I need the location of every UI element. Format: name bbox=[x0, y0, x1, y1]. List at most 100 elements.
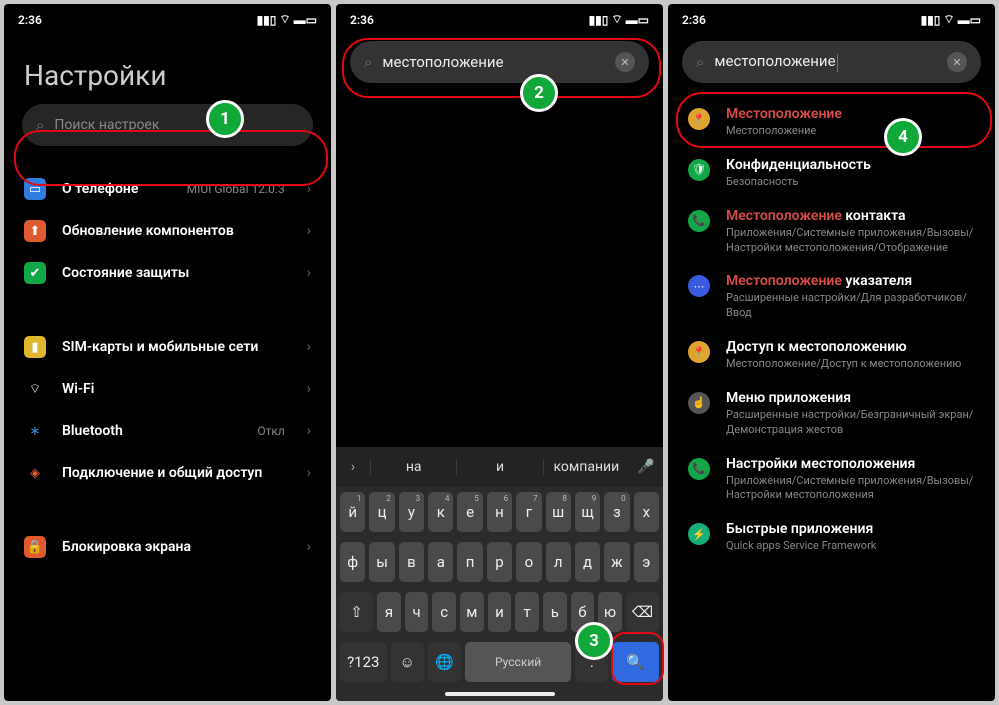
settings-item[interactable]: ⬆Обновление компонентов› bbox=[4, 210, 331, 252]
pin2-icon: 📍 bbox=[688, 341, 710, 363]
settings-item[interactable]: 🔒 Блокировка экрана › bbox=[4, 526, 331, 568]
key-letter[interactable]: у3 bbox=[399, 492, 424, 532]
key-emoji[interactable]: ☺ bbox=[391, 642, 424, 682]
key-letter[interactable]: а bbox=[428, 542, 453, 582]
key-letter[interactable]: р bbox=[487, 542, 512, 582]
wifi-icon: ⌔ bbox=[279, 12, 290, 27]
key-letter[interactable]: ч bbox=[405, 592, 429, 632]
result-path: Местоположение bbox=[726, 124, 975, 139]
search-settings-input[interactable]: ⌕ Поиск настроек bbox=[22, 104, 313, 146]
result-item[interactable]: ⋯Местоположение указателяРасширенные нас… bbox=[668, 264, 995, 330]
key-letter[interactable]: ф bbox=[340, 542, 365, 582]
clear-icon[interactable]: ✕ bbox=[615, 52, 635, 72]
item-label: Bluetooth bbox=[62, 423, 241, 439]
key-letter[interactable]: в bbox=[399, 542, 424, 582]
result-path: Приложения/Системные приложения/Вызовы/Н… bbox=[726, 474, 975, 504]
search-input-filled[interactable]: ⌕ местоположение ✕ bbox=[682, 41, 981, 83]
key-letter[interactable]: к4 bbox=[428, 492, 453, 532]
key-backspace[interactable]: ⌫ bbox=[626, 592, 659, 632]
key-letter[interactable]: ш8 bbox=[546, 492, 571, 532]
settings-item[interactable]: ▮SIM-карты и мобильные сети› bbox=[4, 326, 331, 368]
status-time: 2:36 bbox=[350, 13, 374, 27]
settings-item[interactable]: ◈ Подключение и общий доступ › bbox=[4, 452, 331, 494]
settings-item[interactable]: ✔Состояние защиты› bbox=[4, 252, 331, 294]
result-item[interactable]: ☝Меню приложенияРасширенные настройки/Бе… bbox=[668, 381, 995, 447]
chevron-right-icon: › bbox=[307, 465, 311, 481]
key-space[interactable]: Русский bbox=[465, 642, 571, 682]
search-input-active[interactable]: ⌕ местоположение ✕ bbox=[350, 41, 649, 83]
expand-icon[interactable]: › bbox=[336, 459, 370, 475]
key-letter[interactable]: з0 bbox=[604, 492, 629, 532]
dots-icon: ⋯ bbox=[688, 275, 710, 297]
finger-icon: ☝ bbox=[688, 392, 710, 414]
share-icon: ◈ bbox=[24, 462, 46, 484]
chevron-right-icon: › bbox=[307, 381, 311, 397]
settings-item[interactable]: ∗ Bluetooth Откл › bbox=[4, 410, 331, 452]
chevron-right-icon: › bbox=[307, 423, 311, 439]
key-numbers[interactable]: ?123 bbox=[340, 642, 387, 682]
key-letter[interactable]: х bbox=[634, 492, 659, 532]
result-item[interactable]: 📍Доступ к местоположениюМестоположение/Д… bbox=[668, 330, 995, 381]
item-value: MIUI Global 12.0.3 bbox=[187, 182, 285, 196]
page-title: Настройки bbox=[4, 31, 331, 104]
key-globe[interactable]: 🌐 bbox=[428, 642, 461, 682]
key-letter[interactable]: ц2 bbox=[369, 492, 394, 532]
key-letter[interactable]: с bbox=[432, 592, 456, 632]
bluetooth-icon: ∗ bbox=[24, 420, 46, 442]
results-list: 📍 Местоположение Местоположение 🛡Конфиденци… bbox=[668, 97, 995, 563]
search-icon: ⌕ bbox=[696, 53, 704, 71]
key-letter[interactable]: э bbox=[634, 542, 659, 582]
key-letter[interactable]: е5 bbox=[457, 492, 482, 532]
suggestion-2[interactable]: и bbox=[456, 459, 542, 475]
settings-item[interactable]: ⌔Wi-Fi› bbox=[4, 368, 331, 410]
result-title: Меню приложения bbox=[726, 390, 975, 406]
search-placeholder: Поиск настроек bbox=[54, 117, 299, 133]
item-label: Блокировка экрана bbox=[62, 539, 291, 555]
chevron-right-icon: › bbox=[307, 339, 311, 355]
chevron-right-icon: › bbox=[307, 223, 311, 239]
result-item[interactable]: ⚡Быстрые приложенияQuick apps Service Fr… bbox=[668, 512, 995, 563]
result-title: Местоположение bbox=[726, 106, 975, 122]
search-icon: ⌕ bbox=[364, 53, 372, 71]
search-icon: ⌕ bbox=[36, 116, 44, 134]
key-letter[interactable]: о bbox=[516, 542, 541, 582]
key-letter[interactable]: ы bbox=[369, 542, 394, 582]
annotation-badge-2: 2 bbox=[520, 74, 558, 112]
result-item[interactable]: 📍МестоположениеМестоположение bbox=[668, 97, 995, 148]
key-letter[interactable]: т bbox=[515, 592, 539, 632]
phone-settings-main: 2:36 ▮▮▯⌔▬▭ Настройки ⌕ Поиск настроек ▭… bbox=[4, 4, 331, 701]
key-letter[interactable]: ь bbox=[543, 592, 567, 632]
mic-icon[interactable]: 🎤 bbox=[629, 459, 663, 475]
item-label: Подключение и общий доступ bbox=[62, 465, 291, 481]
key-letter[interactable]: ж bbox=[604, 542, 629, 582]
arrow-up-icon: ⬆ bbox=[24, 220, 46, 242]
key-search[interactable]: 🔍 bbox=[612, 642, 659, 682]
key-letter[interactable]: й1 bbox=[340, 492, 365, 532]
key-letter[interactable]: д bbox=[575, 542, 600, 582]
key-letter[interactable]: щ9 bbox=[575, 492, 600, 532]
clear-icon[interactable]: ✕ bbox=[947, 52, 967, 72]
result-item[interactable]: 📞Местоположение контактаПриложения/Систе… bbox=[668, 199, 995, 265]
key-letter[interactable]: м bbox=[460, 592, 484, 632]
key-letter[interactable]: и bbox=[488, 592, 512, 632]
status-time: 2:36 bbox=[18, 13, 42, 27]
result-path: Местоположение/Доступ к местоположению bbox=[726, 357, 975, 372]
key-letter[interactable]: н6 bbox=[487, 492, 512, 532]
chevron-right-icon: › bbox=[307, 539, 311, 555]
settings-item[interactable]: ▭О телефонеMIUI Global 12.0.3› bbox=[4, 168, 331, 210]
key-shift[interactable]: ⇧ bbox=[340, 592, 373, 632]
result-title: Быстрые приложения bbox=[726, 521, 975, 537]
suggestion-3[interactable]: компании bbox=[543, 459, 629, 475]
suggestion-1[interactable]: на bbox=[370, 459, 456, 475]
result-item[interactable]: 🛡КонфиденциальностьБезопасность bbox=[668, 148, 995, 199]
item-value: Откл bbox=[257, 424, 284, 438]
suggestion-bar: › на и компании 🎤 bbox=[336, 447, 663, 487]
key-letter[interactable]: я bbox=[377, 592, 401, 632]
search-icon: 🔍 bbox=[626, 653, 645, 671]
key-letter[interactable]: л bbox=[546, 542, 571, 582]
result-item[interactable]: 📞Настройки местоположенияПриложения/Сист… bbox=[668, 447, 995, 513]
key-letter[interactable]: г7 bbox=[516, 492, 541, 532]
text-cursor bbox=[837, 54, 839, 72]
key-letter[interactable]: п bbox=[457, 542, 482, 582]
lock-icon: 🔒 bbox=[24, 536, 46, 558]
